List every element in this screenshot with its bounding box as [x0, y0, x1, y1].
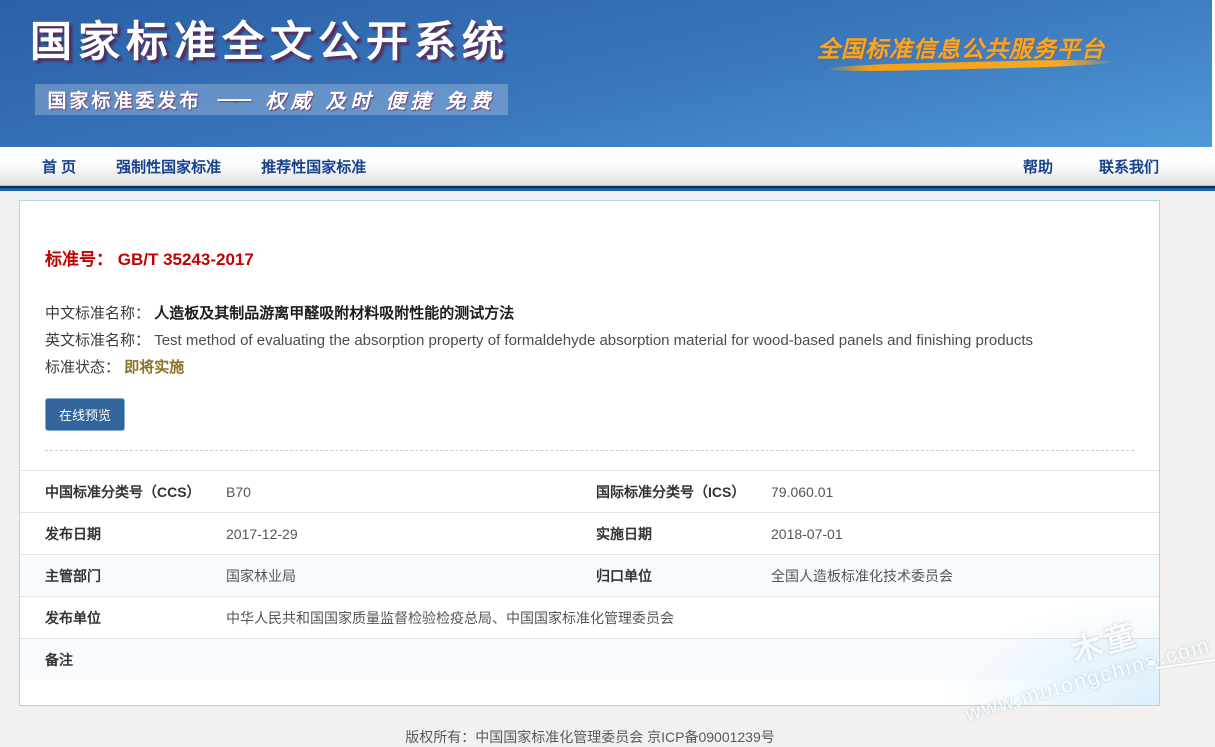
nav-divider: [0, 185, 1215, 191]
dashed-divider: [45, 450, 1134, 451]
standard-number-label: 标准号：: [45, 250, 113, 269]
site-title: 国家标准全文公开系统: [30, 8, 510, 69]
status-label: 标准状态：: [45, 359, 120, 376]
standard-detail-panel: 标准号： GB/T 35243-2017 中文标准名称： 人造板及其制品游离甲醛…: [19, 200, 1160, 706]
nav-item-help[interactable]: 帮助: [1023, 156, 1053, 177]
main-navbar: 首 页 强制性国家标准 推荐性国家标准 帮助 联系我们: [0, 147, 1215, 185]
watermark-line: [1155, 659, 1215, 670]
table-row-publisher: 发布单位 中华人民共和国国家质量监督检验检疫总局、中国国家标准化管理委员会: [20, 596, 1159, 638]
en-name-value: Test method of evaluating the absorption…: [154, 332, 1033, 349]
nav-group-right: 帮助 联系我们: [1023, 156, 1159, 177]
table-row-departments: 主管部门 国家林业局 归口单位 全国人造板标准化技术委员会: [20, 554, 1159, 596]
standard-number-line: 标准号： GB/T 35243-2017: [45, 245, 1134, 270]
committee-value: 全国人造板标准化技术委员会: [771, 566, 1159, 586]
copyright-text: 版权所有：中国国家标准化管理委员会 京ICP备09001239号: [405, 729, 775, 745]
standard-info-table: 中国标准分类号（CCS） B70 国际标准分类号（ICS） 79.060.01 …: [20, 470, 1159, 680]
platform-brand: 全国标准信息公共服务平台: [817, 30, 1105, 64]
publish-date-label: 发布日期: [20, 524, 226, 544]
ics-value: 79.060.01: [771, 484, 1159, 500]
status-value: 即将实施: [124, 359, 184, 376]
slogan-dash: ——: [218, 89, 250, 110]
page-footer: 版权所有：中国国家标准化管理委员会 京ICP备09001239号: [0, 727, 1180, 747]
online-preview-button[interactable]: 在线预览: [45, 398, 125, 431]
nav-group-left: 首 页 强制性国家标准 推荐性国家标准: [42, 156, 366, 177]
slogan-issuer: 国家标准委发布: [47, 86, 201, 113]
publish-date-value: 2017-12-29: [226, 526, 596, 542]
publisher-value: 中华人民共和国国家质量监督检验检疫总局、中国国家标准化管理委员会: [226, 608, 1159, 628]
nav-item-mandatory-standards[interactable]: 强制性国家标准: [116, 156, 221, 177]
implement-date-value: 2018-07-01: [771, 526, 1159, 542]
site-header: 国家标准全文公开系统 国家标准委发布 —— 权威 及时 便捷 免费 全国标准信息…: [0, 0, 1215, 147]
committee-label: 归口单位: [596, 566, 771, 586]
table-row-dates: 发布日期 2017-12-29 实施日期 2018-07-01: [20, 512, 1159, 554]
nav-item-contact-us[interactable]: 联系我们: [1099, 156, 1159, 177]
nav-item-home[interactable]: 首 页: [42, 156, 76, 177]
slogan-motto: 权威 及时 便捷 免费: [266, 85, 496, 114]
ccs-value: B70: [226, 484, 596, 500]
table-row-remark: 备注: [20, 638, 1159, 680]
cn-name-label: 中文标准名称：: [45, 305, 150, 322]
ccs-label: 中国标准分类号（CCS）: [20, 482, 226, 502]
authority-label: 主管部门: [20, 566, 226, 586]
ics-label: 国际标准分类号（ICS）: [596, 482, 771, 502]
cn-name-value: 人造板及其制品游离甲醛吸附材料吸附性能的测试方法: [154, 305, 514, 322]
authority-value: 国家林业局: [226, 566, 596, 586]
publisher-label: 发布单位: [20, 608, 226, 628]
nav-item-recommended-standards[interactable]: 推荐性国家标准: [261, 156, 366, 177]
implement-date-label: 实施日期: [596, 524, 771, 544]
standard-en-name-line: 英文标准名称： Test method of evaluating the ab…: [45, 327, 1134, 354]
standard-number-value: GB/T 35243-2017: [118, 250, 254, 269]
en-name-label: 英文标准名称：: [45, 332, 150, 349]
table-row-classification: 中国标准分类号（CCS） B70 国际标准分类号（ICS） 79.060.01: [20, 470, 1159, 512]
header-slogan-banner: 国家标准委发布 —— 权威 及时 便捷 免费: [35, 84, 508, 115]
standard-status-line: 标准状态： 即将实施: [45, 354, 1134, 381]
standard-cn-name-line: 中文标准名称： 人造板及其制品游离甲醛吸附材料吸附性能的测试方法: [45, 300, 1134, 327]
remark-label: 备注: [20, 650, 226, 670]
